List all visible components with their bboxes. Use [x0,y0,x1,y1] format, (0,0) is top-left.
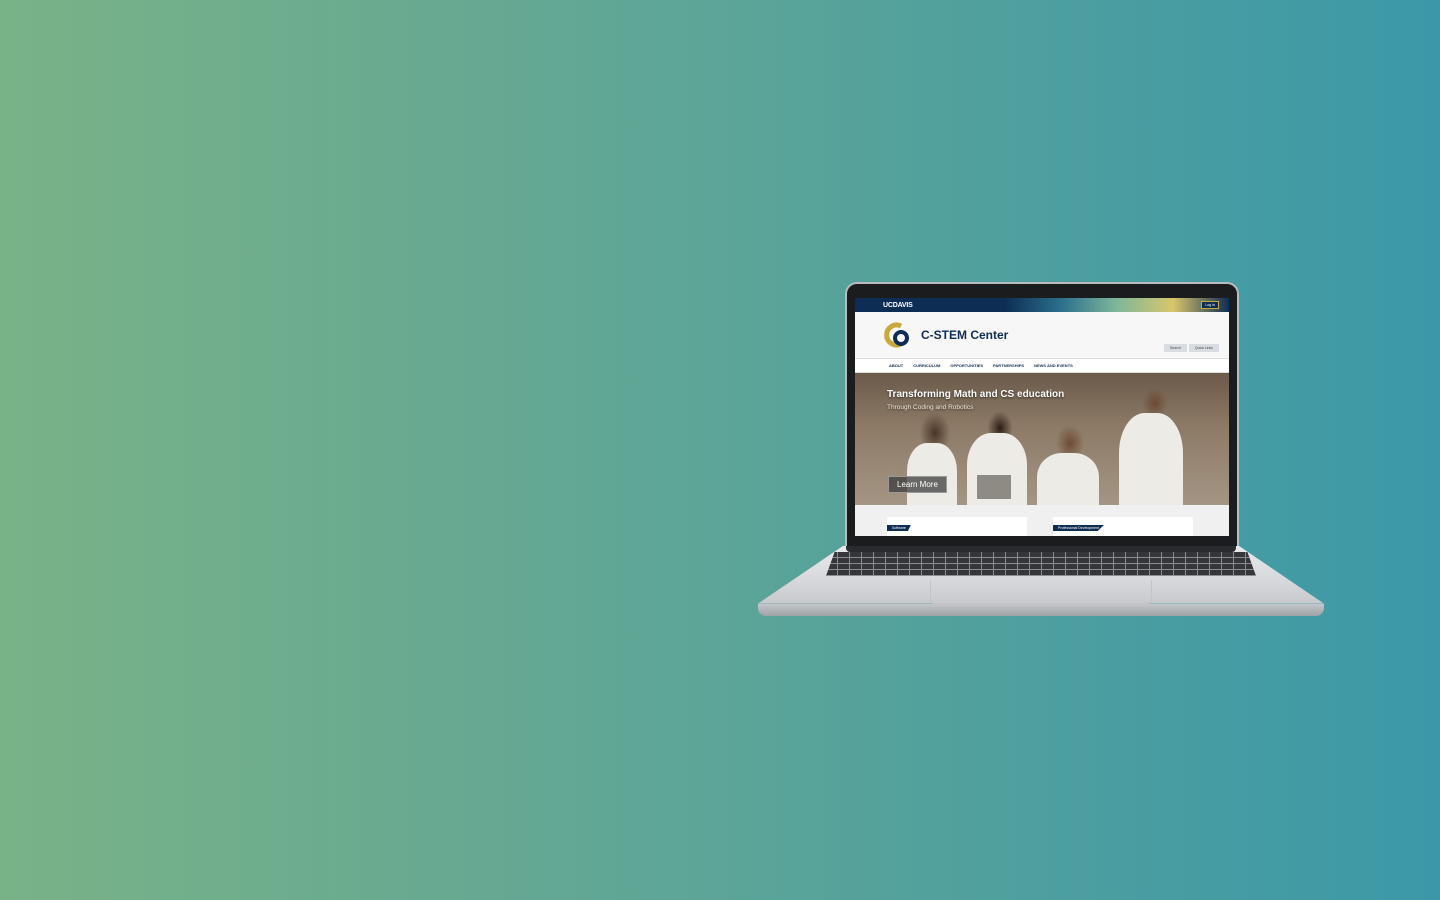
site-name[interactable]: C-STEM Center [921,328,1008,342]
nav-item-opportunities[interactable]: OPPORTUNITIES [950,363,983,368]
keyboard-rows [826,552,1256,576]
quick-links-button[interactable]: Quick Links [1188,344,1219,352]
card-tab-label: Software [887,525,911,531]
laptop-lid: UCDAVIS Log In C-STEM Center Search Quic… [845,282,1239,548]
login-button[interactable]: Log In [1201,301,1219,309]
hero-photo-laptop [977,475,1011,499]
laptop-screen: UCDAVIS Log In C-STEM Center Search Quic… [855,298,1229,536]
trackpad [930,580,1152,604]
nav-item-news-and-events[interactable]: NEWS AND EVENTS [1034,363,1073,368]
hero-subtitle: Through Coding and Robotics [887,404,974,411]
hero-title: Transforming Math and CS education [887,389,1065,400]
card-tab-label: Professional Development [1053,525,1104,531]
card-professional-development[interactable]: Professional Development [1053,517,1193,536]
hero-banner: Transforming Math and CS education Throu… [855,373,1229,505]
header-tools: Search Quick Links [1163,344,1219,352]
uc-davis-logo[interactable]: UCDAVIS [883,302,913,309]
main-nav: ABOUT CURRICULUM OPPORTUNITIES PARTNERSH… [855,358,1229,373]
site-topbar: UCDAVIS Log In [855,298,1229,312]
hero-photo-student [907,443,957,505]
site-header: C-STEM Center Search Quick Links [855,312,1229,358]
nav-item-partnerships[interactable]: PARTNERSHIPS [993,363,1024,368]
laptop-front-edge [758,604,1324,616]
hero-photo-student [1119,413,1183,505]
nav-item-about[interactable]: ABOUT [889,363,903,368]
learn-more-button[interactable]: Learn More [888,476,947,493]
laptop-hinge [846,546,1236,552]
search-button[interactable]: Search [1163,344,1187,352]
feature-cards: Software Professional Development [855,505,1229,536]
hero-photo-student [1037,453,1099,505]
nav-item-curriculum[interactable]: CURRICULUM [913,363,940,368]
card-software[interactable]: Software [887,517,1027,536]
c-stem-logo-icon[interactable] [883,320,913,350]
laptop-base [758,546,1324,618]
